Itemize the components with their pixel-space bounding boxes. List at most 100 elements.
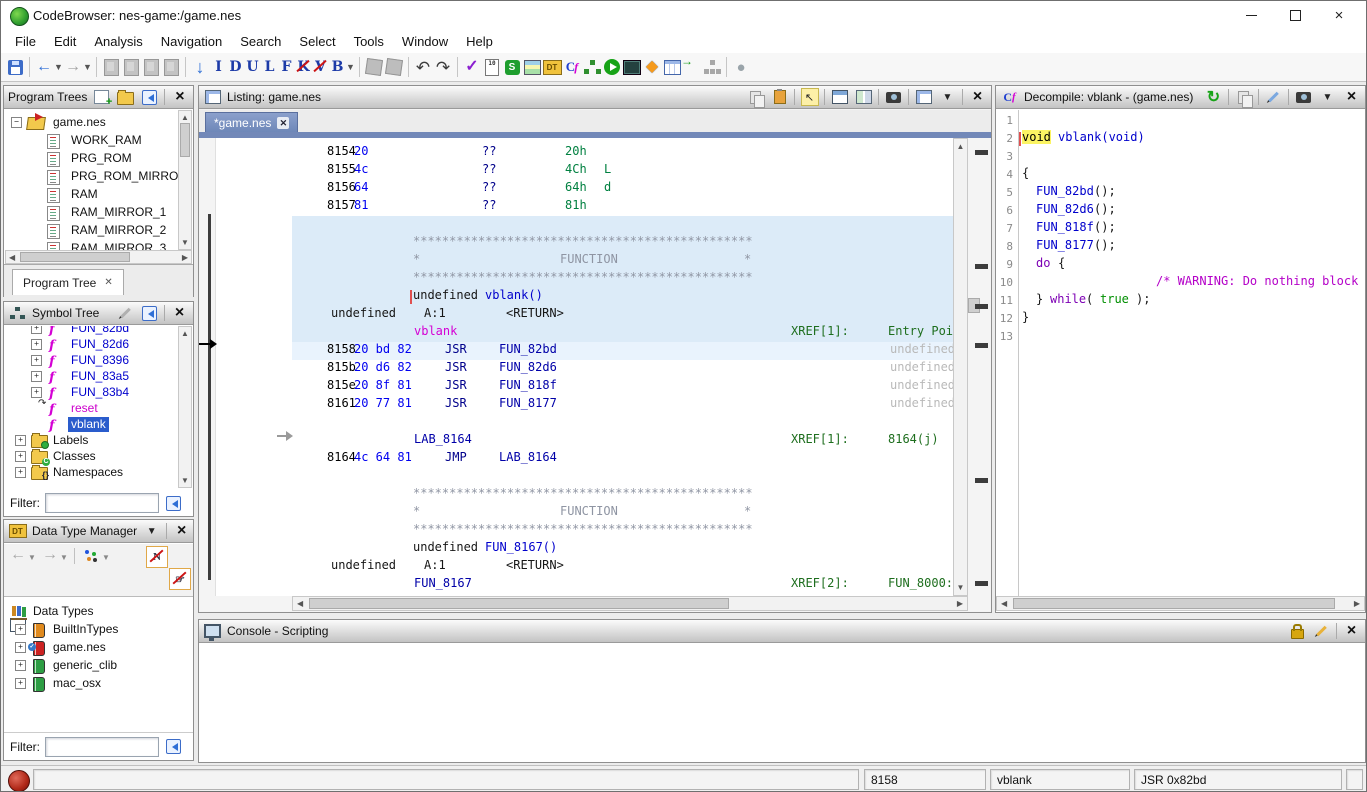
listing-line[interactable]: ****************************************… <box>292 234 953 252</box>
symbol-filter-input[interactable] <box>45 493 159 513</box>
toolbar-chip-icon[interactable] <box>622 56 642 78</box>
close-panel-icon[interactable]: × <box>170 88 189 107</box>
listing-line[interactable]: 816120 77 81JSRFUN_8177undefined <box>292 396 953 414</box>
refresh-icon[interactable]: ↻ <box>1204 88 1223 107</box>
expander-icon[interactable]: + <box>15 642 26 653</box>
menu-item-edit[interactable]: Edit <box>46 32 84 51</box>
expander-icon[interactable]: + <box>15 678 26 689</box>
toolbar-pg3-icon[interactable] <box>141 56 161 78</box>
toolbar-letter-k-icon[interactable]: K <box>295 56 312 78</box>
dropdown-caret-icon[interactable]: ▼ <box>938 88 957 107</box>
toolbar-letter-f-icon[interactable]: F <box>278 56 295 78</box>
tree-item-ram-mirror-1[interactable]: RAM_MIRROR_1 <box>5 204 178 220</box>
listing-line[interactable]: 81644c 64 81JMPLAB_8164 <box>292 450 953 468</box>
new-tree-icon[interactable] <box>92 88 111 107</box>
program-tree-vscrollbar[interactable]: ▲ ▼ <box>178 110 192 250</box>
tree-item-fun-83a5[interactable]: +fFUN_83a5 <box>5 368 178 384</box>
close-panel-icon[interactable]: × <box>1342 88 1361 107</box>
expander-icon[interactable]: + <box>15 660 26 671</box>
decompile-line[interactable]: FUN_8177(); <box>1022 238 1365 256</box>
toolbar-memg1-icon[interactable] <box>364 56 384 78</box>
menu-item-search[interactable]: Search <box>232 32 289 51</box>
decompile-line[interactable]: FUN_82d6(); <box>1022 202 1365 220</box>
tree-item-builtintypes[interactable]: +BuiltInTypes <box>5 621 192 637</box>
tree-item-work-ram[interactable]: WORK_RAM <box>5 132 178 148</box>
toolbar-cf-icon[interactable]: Cf <box>562 56 582 78</box>
dropdown-caret-icon[interactable]: ▼ <box>346 56 355 78</box>
listing-line[interactable]: *FUNCTION* <box>292 252 953 270</box>
decompile-line[interactable]: } <box>1022 310 1365 328</box>
toolbar-save-icon[interactable] <box>5 56 25 78</box>
filter-settings-icon[interactable] <box>164 737 183 756</box>
marker-margin[interactable] <box>968 138 991 596</box>
toolbar-undo-icon[interactable]: ↶ <box>413 56 433 78</box>
copy-icon[interactable] <box>746 88 765 107</box>
dropdown-caret-icon[interactable]: ▼ <box>60 553 68 562</box>
toolbar-letter-u-icon[interactable]: U <box>244 56 261 78</box>
toolbar-table-icon[interactable] <box>662 56 682 78</box>
snapshot-icon[interactable] <box>884 88 903 107</box>
listing-line[interactable]: undefinedA:1<RETURN> <box>292 558 953 576</box>
filter-icon[interactable] <box>140 88 159 107</box>
panel-menu-caret-icon[interactable]: ▼ <box>142 522 161 541</box>
listing-line[interactable]: ****************************************… <box>292 486 953 504</box>
tree-item-game-nes[interactable]: +✓game.nes <box>5 639 192 655</box>
dropdown-caret-icon[interactable]: ▼ <box>102 553 110 562</box>
listing-display-icon[interactable] <box>914 88 933 107</box>
tree-item-generic-clib[interactable]: +generic_clib <box>5 657 192 673</box>
toolbar-merge-icon[interactable] <box>702 56 722 78</box>
dtm-forward-icon[interactable]: → <box>42 547 58 563</box>
tree-item-fun-82bd[interactable]: +fFUN_82bd <box>5 326 178 336</box>
edit-pencil-icon[interactable] <box>116 304 135 323</box>
menu-item-window[interactable]: Window <box>394 32 456 51</box>
menu-item-file[interactable]: File <box>7 32 44 51</box>
close-button[interactable]: × <box>1317 1 1361 30</box>
menu-item-navigation[interactable]: Navigation <box>153 32 230 51</box>
listing-line[interactable]: *FUNCTION* <box>292 504 953 522</box>
listing-line[interactable]: 815664??64hd <box>292 180 953 198</box>
filter-icon[interactable] <box>140 304 159 323</box>
listing-line[interactable]: 81554c??4ChL <box>292 162 953 180</box>
cursor-location-icon[interactable]: ↖ <box>800 88 819 107</box>
symbol-tree-header[interactable]: Symbol Tree × <box>4 302 193 325</box>
toolbar-memg2-icon[interactable] <box>384 56 404 78</box>
menu-item-select[interactable]: Select <box>291 32 343 51</box>
listing-line[interactable]: 815b20 d6 82JSRFUN_82d6undefined <box>292 360 953 378</box>
snapshot-icon[interactable] <box>1294 88 1313 107</box>
tab-game-nes[interactable]: *game.nes ✕ <box>205 112 298 132</box>
tab-program-tree[interactable]: Program Tree ✕ <box>12 269 124 295</box>
decompile-content[interactable]: 12voidvblank(void)34{5FUN_82bd();6FUN_82… <box>996 110 1365 596</box>
scroll-lock-icon[interactable] <box>1288 622 1307 641</box>
toolbar-fwd-icon[interactable]: → <box>63 56 83 78</box>
console-output[interactable] <box>200 644 1364 761</box>
toolbar-redo-icon[interactable]: ↷ <box>433 56 453 78</box>
tree-item-labels[interactable]: +Labels <box>5 432 178 448</box>
listing-line[interactable]: undefinedvblank() <box>292 288 953 306</box>
close-panel-icon[interactable]: × <box>170 304 189 323</box>
toolbar-diamond-icon[interactable]: ◆ <box>642 56 662 78</box>
toolbar-back-icon[interactable]: ← <box>34 56 54 78</box>
toolbar-binary-icon[interactable]: 10 <box>482 56 502 78</box>
toolbar-letter-b-icon[interactable]: B <box>329 56 346 78</box>
listing-line[interactable]: 815e20 8f 81JSRFUN_818fundefined <box>292 378 953 396</box>
toolbar-letter-l-icon[interactable]: L <box>261 56 278 78</box>
listing-line[interactable] <box>292 414 953 432</box>
tree-item-prg-rom[interactable]: PRG_ROM <box>5 150 178 166</box>
listing-hscrollbar[interactable]: ◀ ▶ <box>292 596 968 611</box>
toolbar-play-icon[interactable] <box>602 56 622 78</box>
toolbar-circle-icon[interactable]: ● <box>731 56 751 78</box>
tree-item-namespaces[interactable]: +{}Namespaces <box>5 464 178 480</box>
decompile-line[interactable]: FUN_818f(); <box>1022 220 1365 238</box>
listing-line[interactable]: undefinedA:1<RETURN> <box>292 306 953 324</box>
decompile-header[interactable]: Cf Decompile: vblank - (game.nes) ↻ ▼ × <box>996 86 1365 109</box>
decompile-line[interactable]: voidvblank(void) <box>1022 130 1365 148</box>
minimize-button[interactable] <box>1229 1 1273 30</box>
listing-line[interactable]: 815781??81h <box>292 198 953 216</box>
dtm-back-icon[interactable]: ← <box>10 547 26 563</box>
program-tree-hscrollbar[interactable]: ◀ ▶ <box>5 250 192 264</box>
tree-item-prg-rom-mirror-[interactable]: PRG_ROM_MIRROR_ <box>5 168 178 184</box>
menu-item-analysis[interactable]: Analysis <box>86 32 150 51</box>
copy-icon[interactable] <box>1234 88 1253 107</box>
expander-icon[interactable]: + <box>31 355 42 366</box>
toolbar-godown-icon[interactable]: ↓ <box>190 56 210 78</box>
